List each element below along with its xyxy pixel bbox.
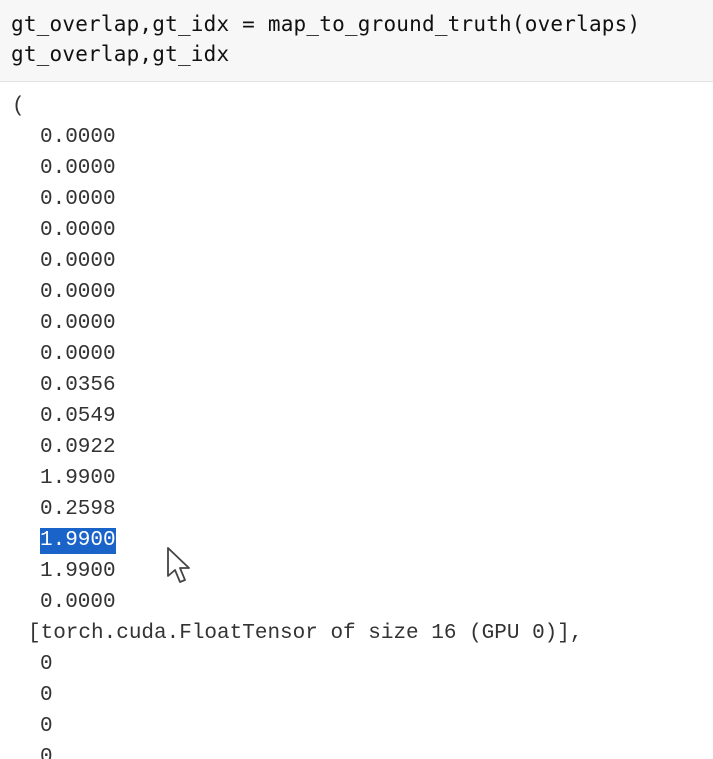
tensor-value: 0.0000	[40, 591, 116, 614]
tensor-value: 0.0000	[40, 157, 116, 180]
idx-value: 0	[40, 684, 53, 707]
tensor-value: 0.0356	[40, 374, 116, 397]
cell-output: ( 0.0000 0.0000 0.0000 0.0000 0.0000 0.0…	[0, 82, 713, 759]
tensor-value: 0.2598	[40, 498, 116, 521]
tensor-value: 0.0000	[40, 219, 116, 242]
tensor-value: 0.0000	[40, 250, 116, 273]
tensor-value: 0.0922	[40, 436, 116, 459]
code-line-1[interactable]: gt_overlap,gt_idx = map_to_ground_truth(…	[11, 12, 640, 36]
tensor-value-selected[interactable]: 1.9900	[40, 528, 116, 554]
open-paren: (	[12, 95, 25, 118]
idx-value: 0	[40, 746, 53, 759]
tensor-value: 1.9900	[40, 467, 116, 490]
tensor-value: 1.9900	[40, 560, 116, 583]
code-cell[interactable]: gt_overlap,gt_idx = map_to_ground_truth(…	[0, 0, 713, 82]
tensor-value: 0.0000	[40, 188, 116, 211]
mouse-cursor-icon	[167, 547, 190, 583]
tensor-value: 0.0000	[40, 343, 116, 366]
idx-value: 0	[40, 653, 53, 676]
tensor-value: 0.0000	[40, 312, 116, 335]
tensor-info: [torch.cuda.FloatTensor of size 16 (GPU …	[28, 622, 583, 645]
tensor-value: 0.0000	[40, 281, 116, 304]
idx-value: 0	[40, 715, 53, 738]
tensor-value: 0.0549	[40, 405, 116, 428]
tensor-value: 0.0000	[40, 126, 116, 149]
code-line-2[interactable]: gt_overlap,gt_idx	[11, 42, 229, 66]
